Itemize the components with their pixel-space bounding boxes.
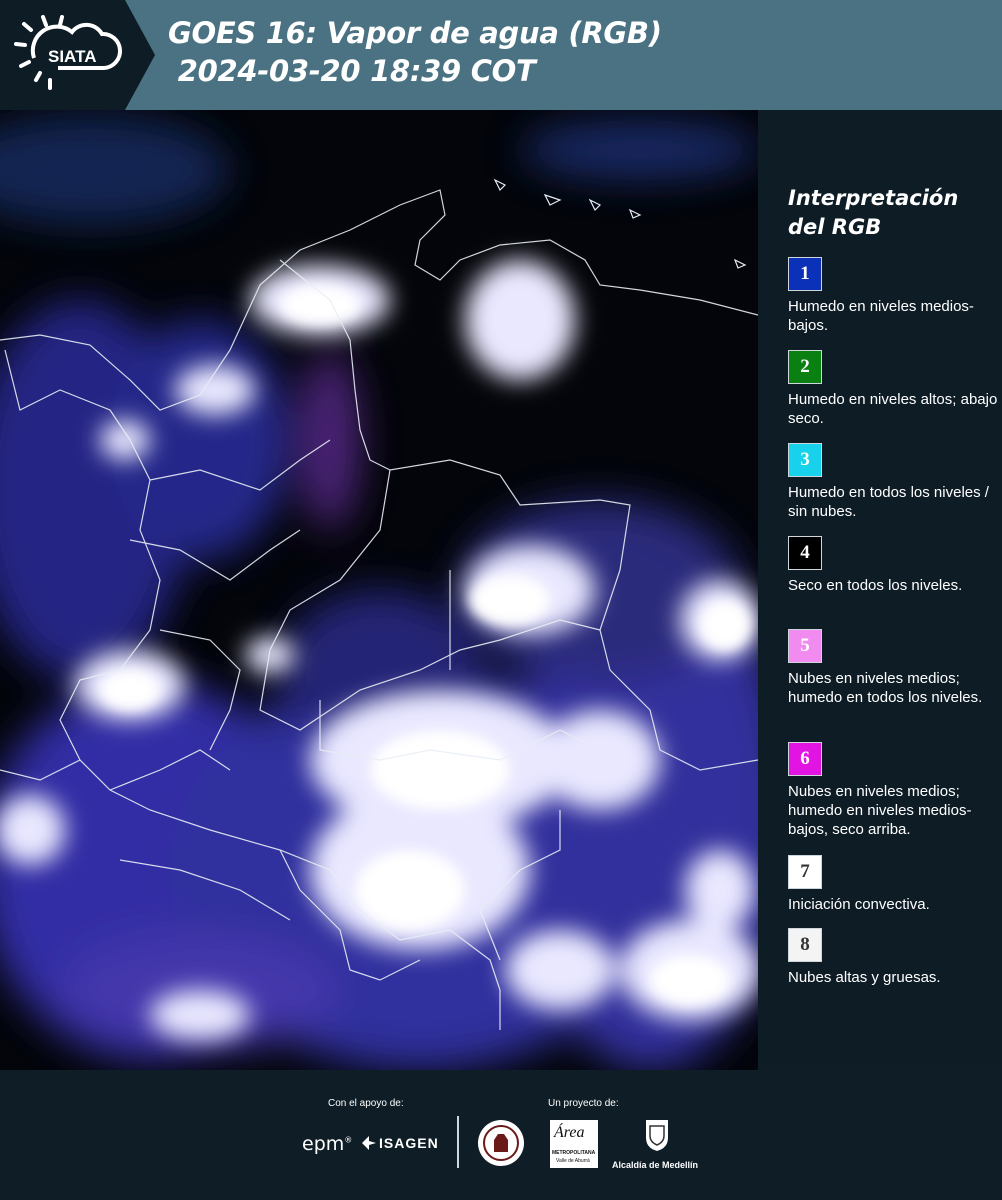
legend-swatch: 1	[788, 257, 822, 291]
legend-title: Interpretación del RGB	[788, 186, 959, 239]
isagen-logo[interactable]: ISAGEN	[379, 1135, 439, 1151]
legend-description: Humedo en niveles altos; abajo seco.	[788, 391, 998, 427]
header-bar: SIATA GOES 16: Vapor de agua (RGB) 2024-…	[0, 0, 1002, 110]
legend-item-8: 8 Nubes altas y gruesas.	[788, 928, 998, 987]
project-label: Un proyecto de:	[548, 1098, 619, 1109]
legend-swatch: 7	[788, 855, 822, 889]
page-title: GOES 16: Vapor de agua (RGB) 2024-03-20 …	[168, 14, 662, 90]
legend-item-1: 1 Humedo en niveles medios-bajos.	[788, 257, 998, 335]
legend-description: Nubes en niveles medios; humedo en todos…	[788, 670, 983, 706]
support-label: Con el apoyo de:	[328, 1098, 404, 1109]
isagen-icon	[362, 1136, 376, 1150]
title-product: GOES 16: Vapor de agua (RGB)	[168, 16, 662, 50]
seal-icon[interactable]	[476, 1118, 526, 1168]
water-vapor-image	[0, 110, 758, 1070]
footer-divider	[457, 1116, 459, 1168]
siata-logo[interactable]: SIATA	[0, 0, 155, 110]
legend-description: Iniciación convectiva.	[788, 896, 930, 913]
legend-swatch: 8	[788, 928, 822, 962]
legend-description: Humedo en niveles medios-bajos.	[788, 298, 974, 334]
legend-swatch: 4	[788, 536, 822, 570]
legend-swatch: 2	[788, 350, 822, 384]
svg-text:SIATA: SIATA	[48, 47, 96, 66]
legend-description: Nubes en niveles medios; humedo en nivel…	[788, 783, 972, 838]
legend-swatch: 5	[788, 629, 822, 663]
legend-panel: Interpretación del RGB 1 Humedo en nivele…	[758, 110, 1002, 1070]
legend-description: Seco en todos los niveles.	[788, 577, 963, 594]
legend-description: Humedo en todos los niveles / sin nubes.	[788, 484, 989, 520]
legend-item-5: 5 Nubes en niveles medios; humedo en todo…	[788, 629, 998, 707]
legend-swatch: 6	[788, 742, 822, 776]
alcaldia-medellin-label[interactable]: Alcaldía de Medellín	[612, 1160, 698, 1170]
legend-item-7: 7 Iniciación convectiva.	[788, 855, 998, 914]
satellite-map[interactable]	[0, 110, 758, 1070]
footer: Con el apoyo de: Un proyecto de: epm® IS…	[0, 1070, 1002, 1200]
medellin-shield-icon	[646, 1120, 668, 1151]
sun-cloud-icon: SIATA	[0, 0, 155, 110]
title-timestamp: 2024-03-20 18:39 COT	[168, 54, 536, 88]
area-metropolitana-logo[interactable]: Área METROPOLITANA Valle de Aburrá	[550, 1120, 598, 1168]
epm-logo[interactable]: epm®	[302, 1133, 352, 1155]
legend-description: Nubes altas y gruesas.	[788, 969, 941, 986]
legend-item-6: 6 Nubes en niveles medios; humedo en nive…	[788, 742, 998, 839]
legend-swatch: 3	[788, 443, 822, 477]
legend-item-4: 4 Seco en todos los niveles.	[788, 536, 998, 595]
legend-item-3: 3 Humedo en todos los niveles / sin nubes…	[788, 443, 998, 521]
legend-item-2: 2 Humedo en niveles altos; abajo seco.	[788, 350, 998, 428]
